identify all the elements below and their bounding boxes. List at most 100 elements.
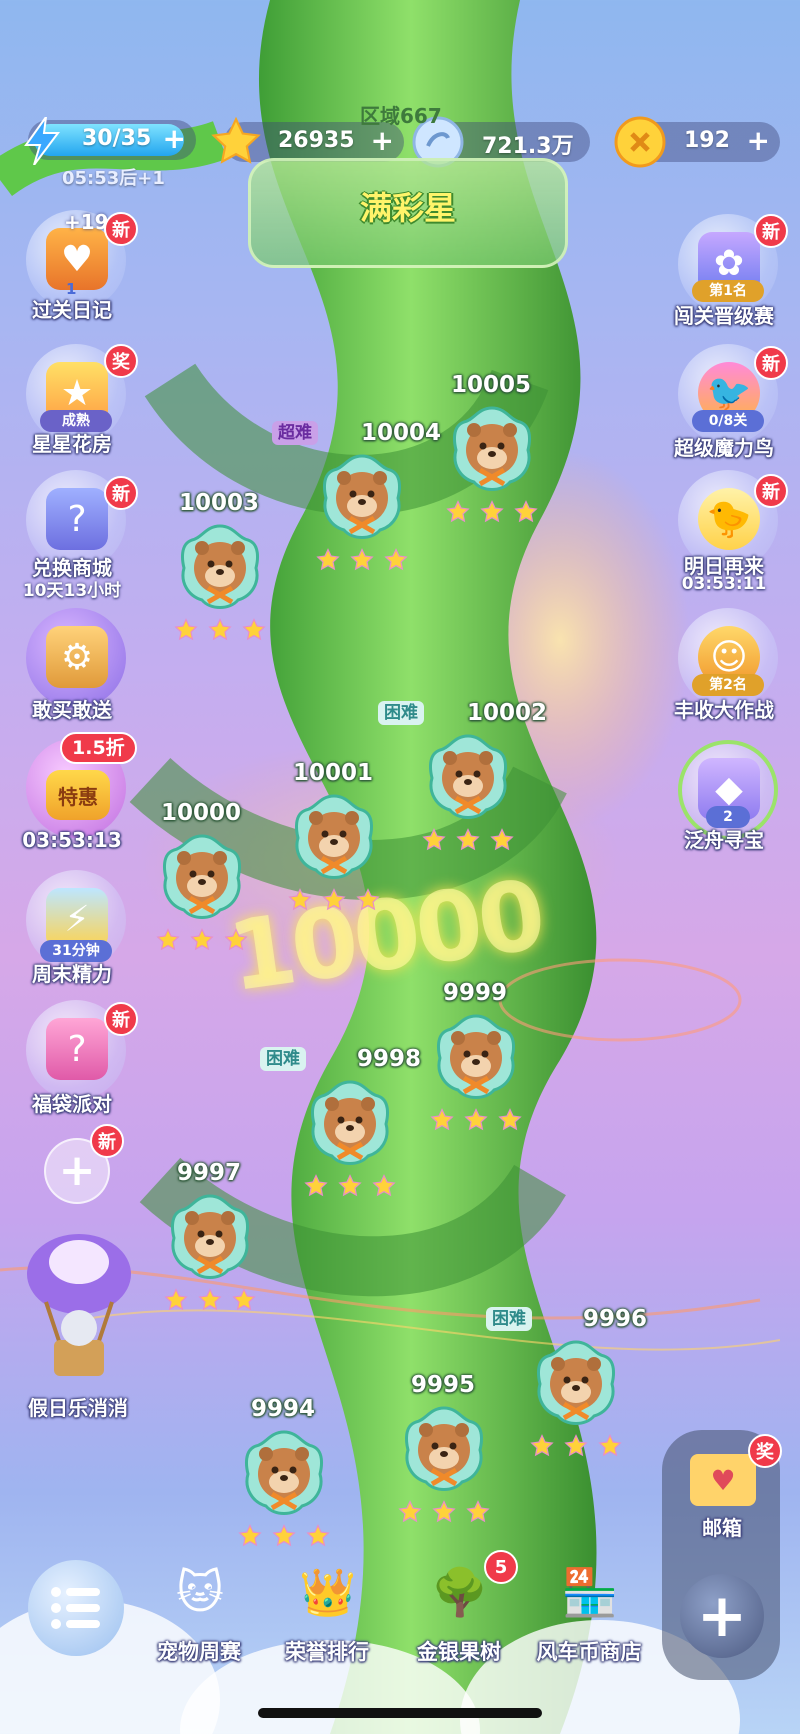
super-magic-bird-button[interactable]: 🐦 0/8关 超级魔力鸟 新 <box>654 344 794 462</box>
windmill-shop-button[interactable]: 🏪 风车币商店 <box>524 1552 654 1672</box>
level-stars <box>530 1434 622 1458</box>
home-indicator <box>258 1708 542 1718</box>
star-rating-icon <box>422 828 446 851</box>
exchange-mall-button[interactable]: ? 兑换商城 10天13小时 新 <box>2 470 142 601</box>
reward-badge: 奖 <box>104 344 138 378</box>
windmill-shop-label: 风车币商店 <box>536 1640 642 1664</box>
pet-weekly-race-button[interactable]: 🐱 宠物周赛 <box>134 1552 264 1672</box>
gems-value: 192 <box>684 128 730 153</box>
weekend-energy-button[interactable]: ⚡ 31分钟 周末精力 <box>2 870 142 988</box>
super-magic-bird-label: 超级魔力鸟 <box>674 436 774 460</box>
star-rating-icon <box>498 1108 522 1131</box>
weekend-energy-label: 周末精力 <box>32 962 112 986</box>
star-rating-icon <box>464 1108 488 1131</box>
crown-icon: 👑 <box>299 1564 357 1619</box>
boat-treasure-hunt-button[interactable]: ◆ 2 泛舟寻宝 <box>654 740 794 858</box>
discount-badge: 1.5折 <box>60 732 137 764</box>
level-node[interactable]: 9995 <box>388 1372 498 1552</box>
star-rating-icon <box>232 1288 256 1311</box>
add-feature-button[interactable]: + 新 <box>44 1124 124 1204</box>
level-number: 10005 <box>450 372 532 398</box>
come-back-tomorrow-button[interactable]: 🐤 明日再来 03:53:11 新 <box>654 470 794 594</box>
honor-ranking-button[interactable]: 👑 荣誉排行 <box>262 1552 392 1672</box>
energy-plus-button[interactable]: + <box>163 124 186 154</box>
stars-value: 26935 <box>278 128 355 153</box>
level-flower-icon <box>322 454 402 539</box>
level-stars <box>238 1524 330 1548</box>
level-flower-icon <box>162 834 242 919</box>
level-flower-icon <box>536 1340 616 1425</box>
level-node[interactable]: 9998 困难 <box>260 1046 421 1226</box>
level-number: 10004 <box>360 420 442 446</box>
star-rating-icon <box>190 928 214 951</box>
level-flower-icon <box>428 734 508 819</box>
level-number: 10002 <box>466 700 548 726</box>
money-tree-button[interactable]: 🌳 金银果树 5 <box>394 1550 524 1672</box>
pass-diary-button[interactable]: ♥ +19 1 过关日记 新 <box>2 210 142 328</box>
lucky-bag-party-label: 福袋派对 <box>32 1092 112 1116</box>
claw-machine-icon: ⚙ <box>46 626 108 688</box>
difficulty-tag: 困难 <box>260 1047 306 1071</box>
level-number: 9997 <box>176 1160 241 1186</box>
level-node[interactable]: 9997 <box>154 1160 264 1340</box>
level-stars <box>304 1174 396 1198</box>
special-offer-button[interactable]: 特惠 03:53:13 1.5折 <box>2 732 142 856</box>
difficulty-tag: 超难 <box>272 421 318 445</box>
level-stars <box>288 888 380 912</box>
special-offer-icon: 特惠 <box>46 770 110 820</box>
area-name: 满彩星 <box>359 189 456 227</box>
level-flower-icon <box>180 524 260 609</box>
lucky-bag-party-button[interactable]: ? 福袋派对 新 <box>2 1000 142 1118</box>
hot-air-balloon-icon <box>24 1232 134 1382</box>
shop-stall-icon: 🏪 <box>561 1564 619 1619</box>
boat-treasure-hunt-label: 泛舟寻宝 <box>684 828 764 852</box>
new-badge: 新 <box>104 476 138 510</box>
level-node[interactable]: 10005 <box>436 372 546 552</box>
expand-plus-button[interactable]: + <box>680 1574 764 1658</box>
mailbox-button[interactable]: ♥ 邮箱 奖 <box>652 1434 792 1558</box>
star-rating-icon <box>564 1434 588 1457</box>
area-panel: 满彩星 <box>248 158 568 268</box>
level-node[interactable]: 10001 <box>278 760 388 940</box>
star-rating-icon <box>384 548 408 571</box>
holiday-match-button[interactable]: 假日乐消消 <box>8 1232 148 1422</box>
level-number: 9994 <box>250 1396 315 1422</box>
star-rating-icon <box>306 1524 330 1547</box>
star-rating-icon <box>164 1288 188 1311</box>
star-rating-icon <box>198 1288 222 1311</box>
reward-badge: 奖 <box>748 1434 782 1468</box>
level-node[interactable]: 10004 超难 <box>272 420 441 600</box>
gems-plus-button[interactable]: + <box>747 126 770 156</box>
star-rating-icon <box>224 928 248 951</box>
level-number: 9995 <box>410 1372 475 1398</box>
menu-button[interactable] <box>28 1560 124 1656</box>
level-node[interactable]: 10003 <box>164 490 274 670</box>
level-number: 10003 <box>178 490 260 516</box>
star-rating-icon <box>350 548 374 571</box>
star-rating-icon <box>466 1500 490 1523</box>
lucky-bag-icon: ? <box>46 1018 108 1080</box>
star-rating-icon <box>304 1174 328 1197</box>
count-badge: 5 <box>484 1550 518 1584</box>
star-rating-icon <box>174 618 198 641</box>
list-icon <box>51 1587 100 1629</box>
star-rating-icon <box>322 888 346 911</box>
star-rating-icon <box>338 1174 362 1197</box>
star-greenhouse-label: 星星花房 <box>32 432 112 456</box>
energy-value: 30/35 <box>82 126 152 151</box>
star-rating-icon <box>514 500 538 523</box>
coins-value: 721.3万 <box>482 134 574 159</box>
star-icon <box>208 114 264 170</box>
stars-plus-button[interactable]: + <box>371 126 394 156</box>
level-node[interactable]: 9996 困难 <box>486 1306 647 1486</box>
level-node[interactable]: 10002 困难 <box>378 700 547 880</box>
level-promotion-race-button[interactable]: ✿ 第1名 闯关晋级赛 新 <box>654 214 794 332</box>
star-rating-icon <box>372 1174 396 1197</box>
special-offer-timer: 03:53:13 <box>22 828 122 852</box>
level-node[interactable]: 10000 <box>146 800 256 980</box>
harvest-battle-button[interactable]: ☺ 第2名 丰收大作战 <box>654 608 794 726</box>
star-greenhouse-button[interactable]: ★ 成熟 星星花房 奖 <box>2 344 142 462</box>
dare-to-buy-button[interactable]: ⚙ 敢买敢送 <box>2 608 142 726</box>
mailbox-label: 邮箱 <box>702 1516 742 1540</box>
level-node[interactable]: 9994 <box>228 1396 338 1576</box>
